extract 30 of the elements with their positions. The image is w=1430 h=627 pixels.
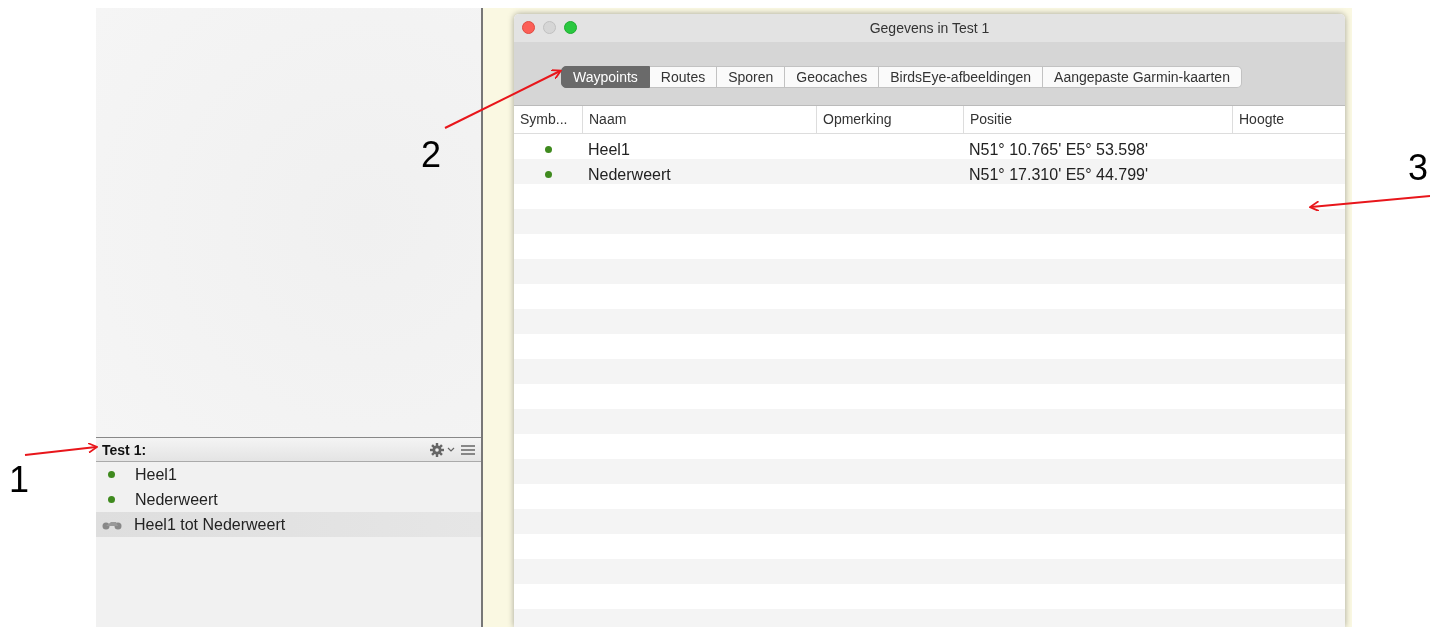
column-header[interactable]: Naam	[582, 106, 816, 133]
annotation-number: 1	[9, 462, 30, 498]
menu-icon[interactable]	[461, 443, 475, 456]
dot-icon	[108, 471, 115, 478]
annotation-number: 2	[421, 137, 442, 173]
list-item[interactable]: Heel1	[96, 462, 481, 487]
table-cell-text: Heel1	[587, 140, 631, 159]
tab[interactable]: Geocaches	[785, 66, 880, 88]
dot-icon	[544, 146, 552, 153]
tab[interactable]: Sporen	[717, 66, 786, 88]
list-item[interactable]: Heel1 tot Nederweert	[96, 512, 481, 537]
tab[interactable]: Waypoints	[561, 66, 650, 88]
column-header[interactable]: Opmerking	[816, 106, 963, 133]
annotation-number: 3	[1408, 150, 1429, 186]
list-title: Test 1:	[102, 441, 147, 458]
close-icon[interactable]	[522, 21, 535, 34]
dot-icon	[108, 496, 115, 503]
tab[interactable]: Routes	[649, 66, 718, 88]
tab[interactable]: Aangepaste Garmin-kaarten	[1043, 66, 1242, 88]
zoom-icon[interactable]	[564, 21, 577, 34]
column-header[interactable]: Positie	[963, 106, 1232, 133]
table-cell-text: N51° 17.310' E5° 44.799'	[968, 165, 1150, 184]
list-item[interactable]: Nederweert	[96, 487, 481, 512]
dot-icon	[544, 171, 552, 178]
column-header[interactable]: Symb...	[514, 106, 582, 133]
table-cell-text: N51° 10.765' E5° 53.598'	[968, 140, 1150, 159]
tab[interactable]: BirdsEye-afbeeldingen	[879, 66, 1044, 88]
window-title: Gegevens in Test 1	[869, 20, 990, 36]
column-header[interactable]: Hoogte	[1232, 106, 1345, 133]
table-cell-text: Nederweert	[587, 165, 672, 184]
